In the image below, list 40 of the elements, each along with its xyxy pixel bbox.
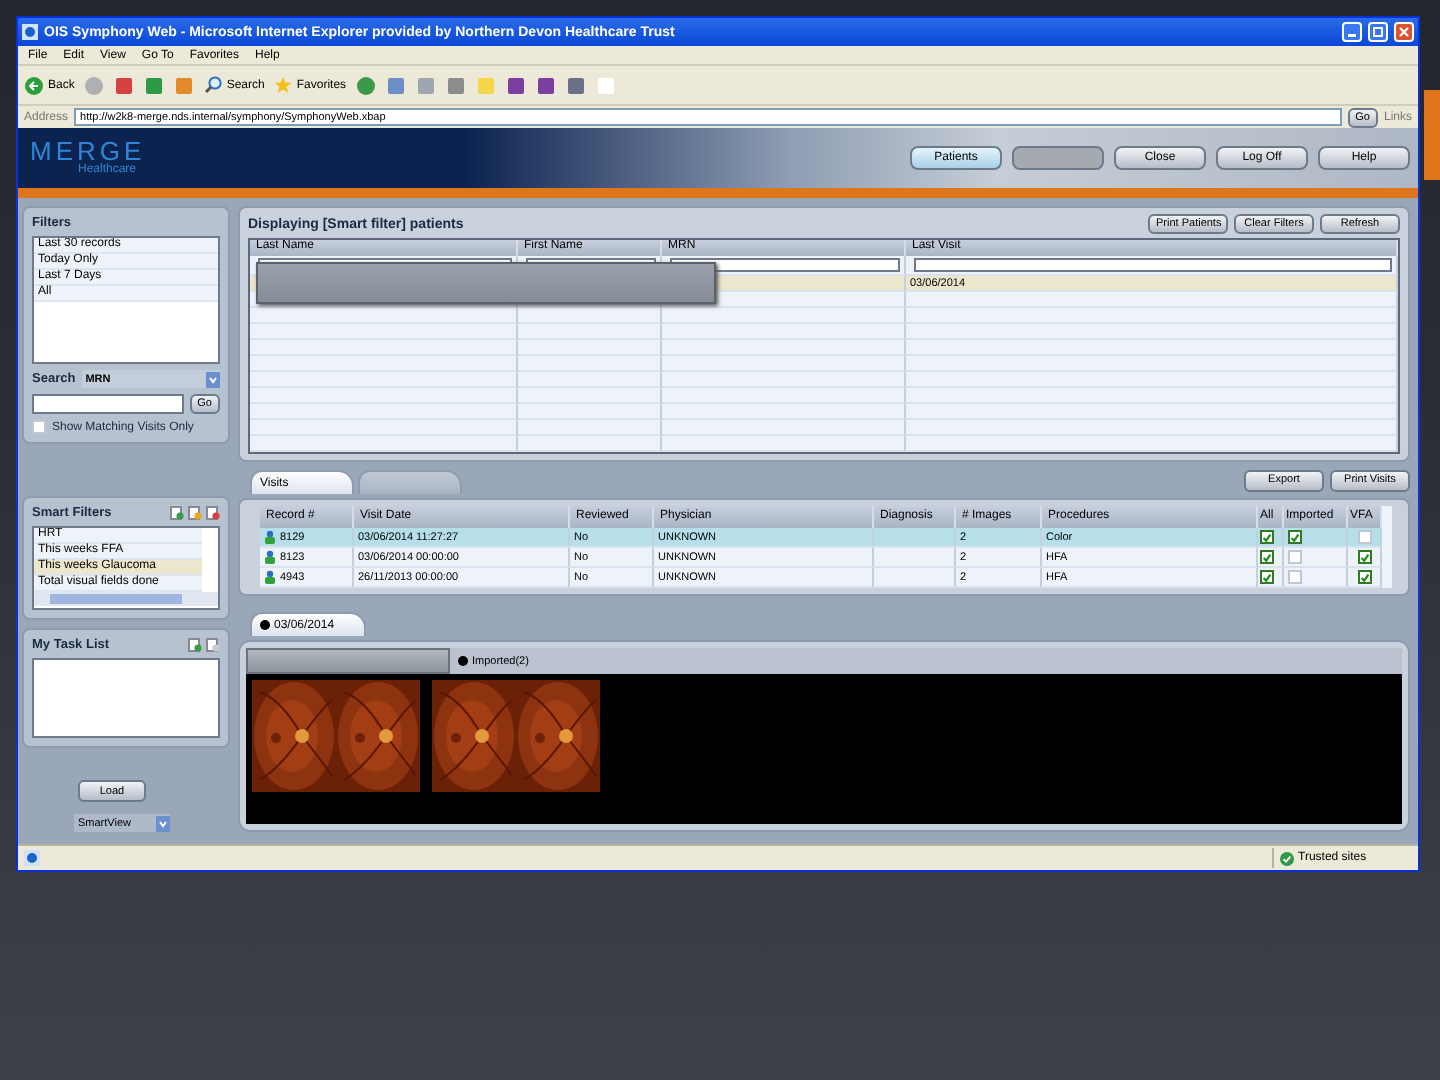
close-icon (1398, 26, 1410, 38)
checkbox[interactable] (32, 420, 46, 434)
logo-text: MERGE (30, 139, 148, 163)
table-cell (874, 568, 956, 588)
checkbox[interactable] (1288, 570, 1302, 584)
document-icon[interactable] (206, 638, 220, 652)
minimize-button[interactable] (1342, 22, 1362, 42)
back-arrow-icon (24, 75, 44, 95)
table-cell (874, 528, 956, 548)
checkbox[interactable] (1288, 550, 1302, 564)
page-icon (24, 850, 40, 866)
patient-icon (264, 530, 276, 544)
checkbox[interactable] (1260, 570, 1274, 584)
history-icon[interactable] (356, 75, 377, 95)
patient-icon (264, 570, 276, 584)
checkbox[interactable] (1260, 550, 1274, 564)
restore-icon (1372, 26, 1384, 38)
search-field[interactable] (32, 394, 184, 414)
checkbox[interactable] (1357, 550, 1371, 564)
patient-icon (264, 550, 276, 564)
add-icon[interactable] (170, 506, 184, 520)
accent-bar (1424, 90, 1440, 180)
filter-field[interactable] (914, 258, 1392, 272)
close-button[interactable] (1394, 22, 1414, 42)
search-icon (204, 76, 223, 94)
delete-icon[interactable] (206, 506, 220, 520)
checkbox[interactable] (1357, 530, 1371, 544)
tab[interactable] (246, 648, 450, 674)
checkbox[interactable] (1357, 570, 1371, 584)
add-icon[interactable] (188, 638, 202, 652)
checkbox[interactable] (1288, 530, 1302, 544)
browser-icon (22, 24, 38, 40)
dropdown-arrow-icon (206, 371, 220, 387)
scrollbar[interactable] (34, 592, 218, 606)
dropdown-arrow-icon (156, 815, 170, 831)
check-icon (1280, 851, 1294, 865)
table-cell (874, 548, 956, 568)
checkbox[interactable] (1260, 530, 1274, 544)
star-icon (274, 76, 293, 94)
restore-button[interactable] (1368, 22, 1388, 42)
